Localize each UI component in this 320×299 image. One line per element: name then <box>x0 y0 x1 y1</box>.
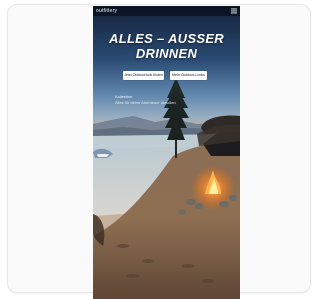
hero-headline-line-1: ALLES – AUSSER <box>109 31 224 46</box>
collection-title: Kollektion <box>115 94 133 99</box>
brand-logo[interactable]: outfittery <box>96 7 117 15</box>
secondary-cta-button[interactable]: Mehr Outdoor-Looks <box>170 71 207 80</box>
hero-headline-line-2: DRINNEN <box>135 46 198 61</box>
collection-subtitle: Alles für deine Abenteuer draußen <box>115 100 176 105</box>
hamburger-menu-icon[interactable] <box>231 8 237 14</box>
top-navigation-bar: outfittery <box>93 6 240 16</box>
mobile-screenshot: outfittery ALLES – AUSSER DRINNEN Jetzt … <box>93 6 240 299</box>
primary-cta-button[interactable]: Jetzt Outdoorlook finden <box>123 71 164 80</box>
